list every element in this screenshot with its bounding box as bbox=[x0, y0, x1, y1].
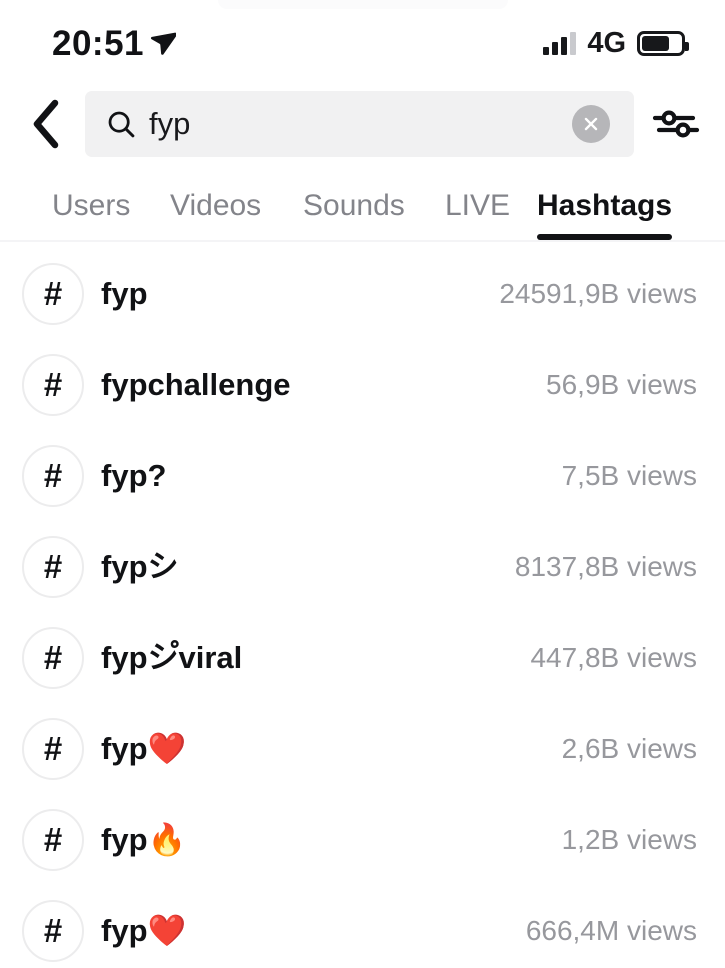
close-icon bbox=[584, 117, 598, 131]
tab-label: LIVE bbox=[445, 189, 511, 222]
hashtag-views: 24591,9B views bbox=[499, 277, 697, 309]
tab-sounds[interactable]: Sounds bbox=[303, 184, 405, 238]
tab-label: Hashtags bbox=[537, 189, 673, 222]
table-row[interactable]: # fyp❤️ 666,4M views bbox=[0, 885, 725, 968]
filter-button[interactable] bbox=[645, 91, 707, 157]
table-row[interactable]: # fyp❤️ 2,6B views bbox=[0, 703, 725, 794]
hashtag-icon: # bbox=[22, 808, 84, 871]
hashtag-name: fyp bbox=[101, 275, 148, 311]
hashtag-name: fypシ゚viral bbox=[101, 639, 243, 675]
table-row[interactable]: # fyp? 7,5B views bbox=[0, 430, 725, 521]
location-arrow-icon bbox=[150, 32, 176, 55]
signal-bars-icon bbox=[543, 31, 577, 55]
network-label: 4G bbox=[587, 27, 626, 59]
table-row[interactable]: # fypシ 8137,8B views bbox=[0, 521, 725, 612]
tab-label: Videos bbox=[170, 189, 262, 222]
hashtag-icon: # bbox=[22, 535, 84, 598]
search-bar: fyp bbox=[0, 91, 725, 157]
tab-hashtags[interactable]: Hashtags bbox=[537, 184, 673, 240]
hashtag-views: 2,6B views bbox=[561, 732, 697, 764]
hashtag-views: 447,8B views bbox=[530, 641, 697, 673]
status-indicators: 4G bbox=[543, 26, 689, 60]
hashtag-name: fyp? bbox=[101, 457, 167, 493]
hashtag-name: fypchallenge bbox=[101, 366, 291, 402]
back-button[interactable] bbox=[18, 91, 74, 157]
tabs-divider bbox=[0, 240, 725, 242]
tab-label: Users bbox=[52, 189, 131, 222]
hashtag-views: 666,4M views bbox=[525, 914, 697, 946]
hashtag-views: 56,9B views bbox=[546, 368, 697, 400]
hashtag-icon: # bbox=[22, 353, 84, 416]
search-result-tabs: Users Videos Sounds LIVE Hashtags bbox=[0, 184, 725, 240]
hashtag-name: fypシ bbox=[101, 548, 179, 584]
battery-icon bbox=[637, 30, 689, 56]
table-row[interactable]: # fypchallenge 56,9B views bbox=[0, 339, 725, 430]
hashtag-icon: # bbox=[22, 444, 84, 507]
table-row[interactable]: # fypシ゚viral 447,8B views bbox=[0, 612, 725, 703]
hashtag-name: fyp❤️ bbox=[101, 730, 187, 766]
status-time: 20:51 bbox=[52, 24, 145, 63]
tab-label: Sounds bbox=[303, 189, 405, 222]
table-row[interactable]: # fyp 24591,9B views bbox=[0, 248, 725, 339]
hashtag-name: fyp❤️ bbox=[101, 912, 187, 948]
hashtag-results-list: # fyp 24591,9B views # fypchallenge 56,9… bbox=[0, 248, 725, 968]
table-row[interactable]: # fyp🔥 1,2B views bbox=[0, 794, 725, 885]
hashtag-name: fyp🔥 bbox=[101, 821, 187, 857]
search-input-value: fyp bbox=[149, 107, 191, 141]
chevron-left-icon bbox=[33, 99, 59, 149]
clear-search-button[interactable] bbox=[572, 105, 610, 143]
hashtag-views: 1,2B views bbox=[561, 823, 697, 855]
search-icon bbox=[108, 111, 135, 138]
hashtag-icon: # bbox=[22, 262, 84, 325]
hashtag-icon: # bbox=[22, 899, 84, 962]
hashtag-views: 7,5B views bbox=[561, 459, 697, 491]
status-bar: 20:51 4G bbox=[0, 0, 725, 85]
tab-live[interactable]: LIVE bbox=[445, 184, 510, 238]
search-input[interactable]: fyp bbox=[85, 91, 634, 157]
hashtag-icon: # bbox=[22, 717, 84, 780]
hashtag-views: 8137,8B views bbox=[514, 550, 697, 582]
hashtag-icon: # bbox=[22, 626, 84, 689]
tab-videos[interactable]: Videos bbox=[170, 184, 261, 238]
filter-sliders-icon bbox=[652, 110, 700, 138]
tiktok-search-screen: 20:51 4G fyp Users Videos Sounds LIVE Ha… bbox=[0, 0, 725, 968]
tab-users[interactable]: Users bbox=[52, 184, 130, 238]
